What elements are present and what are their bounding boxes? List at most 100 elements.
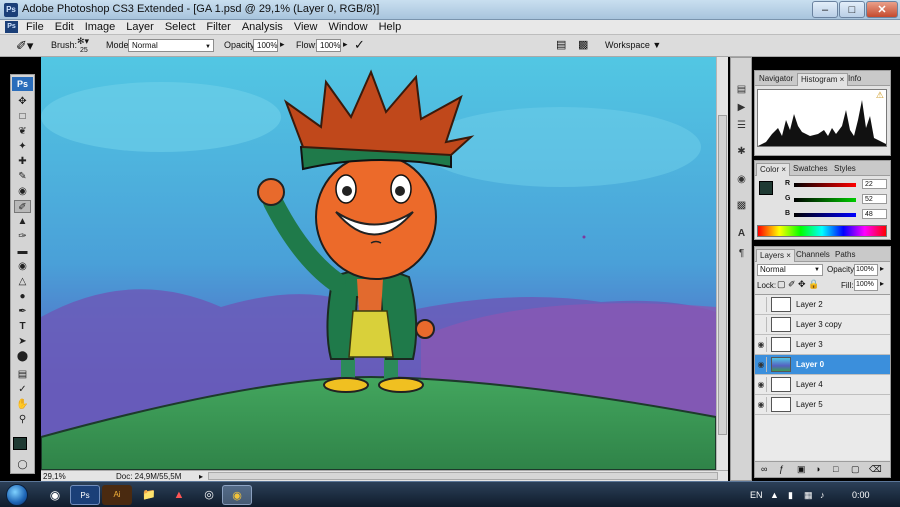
airbrush-icon[interactable]: ✓: [354, 37, 365, 53]
tray-app-icon[interactable]: ▮: [788, 490, 793, 501]
start-button[interactable]: [6, 484, 28, 506]
chrome-icon[interactable]: ◉: [222, 485, 252, 505]
eye-icon[interactable]: ◉: [756, 337, 767, 352]
red-value[interactable]: 22: [862, 179, 887, 189]
flow-input[interactable]: 100%: [316, 39, 341, 52]
document-canvas[interactable]: [41, 57, 716, 470]
pen-tool-icon[interactable]: ✒: [14, 305, 31, 318]
red-track[interactable]: [794, 183, 856, 187]
path-selection-tool-icon[interactable]: ➤: [14, 335, 31, 348]
tab-layers[interactable]: Layers ×: [756, 249, 795, 262]
trash-icon[interactable]: ⌫: [869, 464, 882, 475]
layer-opacity-input[interactable]: 100%: [854, 264, 878, 276]
tab-swatches[interactable]: Swatches: [790, 163, 831, 176]
vertical-scrollbar[interactable]: [716, 57, 728, 470]
visibility-toggle[interactable]: [756, 297, 767, 312]
blend-mode-select[interactable]: Normal ▼: [757, 264, 823, 276]
character-panel-icon[interactable]: A: [734, 226, 749, 241]
opacity-input[interactable]: 100%: [253, 39, 278, 52]
tab-info[interactable]: Info: [845, 73, 864, 86]
system-clock[interactable]: 0:00: [852, 490, 870, 500]
slice-tool-icon[interactable]: ✎: [14, 170, 31, 183]
menu-image[interactable]: Image: [85, 21, 116, 33]
eye-icon[interactable]: ◉: [756, 357, 767, 372]
maximize-button[interactable]: □: [839, 1, 865, 18]
healing-brush-tool-icon[interactable]: ◉: [14, 185, 31, 198]
app-menu-icon[interactable]: Ps: [5, 21, 18, 33]
adjustment-layer-icon[interactable]: ◑: [815, 464, 820, 474]
layer-row[interactable]: Layer 3 copy: [755, 315, 890, 335]
dodge-tool-icon[interactable]: ●: [14, 290, 31, 303]
magic-wand-tool-icon[interactable]: ✦: [14, 140, 31, 153]
notes-tool-icon[interactable]: ▤: [14, 368, 31, 381]
eraser-tool-icon[interactable]: ▬: [14, 245, 31, 258]
paragraph-panel-icon[interactable]: ¶: [734, 246, 749, 261]
tool-presets-icon[interactable]: ✱: [734, 144, 749, 159]
language-indicator[interactable]: EN: [750, 490, 763, 500]
layer-row[interactable]: ◉ Layer 3: [755, 335, 890, 355]
menu-window[interactable]: Window: [328, 21, 367, 33]
actions-panel-icon[interactable]: ▶: [734, 100, 749, 115]
tab-channels[interactable]: Channels: [793, 249, 833, 262]
eyedropper-tool-icon[interactable]: ✓: [14, 383, 31, 396]
link-layers-icon[interactable]: ∞: [761, 464, 767, 474]
tab-styles[interactable]: Styles: [831, 163, 859, 176]
brush-tool-icon[interactable]: ✐: [14, 200, 31, 213]
history-panel-icon[interactable]: ☰: [734, 118, 749, 133]
foreground-color-swatch[interactable]: [13, 437, 27, 450]
zoom-level[interactable]: 29,1%: [43, 472, 66, 481]
tab-histogram[interactable]: Histogram ×: [797, 73, 849, 86]
warning-icon[interactable]: ⚠: [876, 90, 884, 101]
photoshop-taskbar-icon[interactable]: Ps: [70, 485, 100, 505]
fill-arrow-icon[interactable]: ▸: [880, 279, 884, 288]
move-tool-icon[interactable]: ✥: [14, 95, 31, 108]
fill-input[interactable]: 100%: [854, 279, 878, 291]
menu-view[interactable]: View: [294, 21, 318, 33]
brushes-panel-icon[interactable]: ▤: [734, 82, 749, 97]
menu-filter[interactable]: Filter: [206, 21, 230, 33]
volume-icon[interactable]: ♪: [820, 490, 825, 500]
workspace-menu[interactable]: Workspace ▼: [605, 40, 661, 50]
layer-row[interactable]: ◉ Layer 5: [755, 395, 890, 415]
zoom-tool-icon[interactable]: ⚲: [14, 413, 31, 426]
brush-picker-icon[interactable]: ✻▾: [77, 36, 89, 47]
hand-tool-icon[interactable]: ✋: [14, 398, 31, 411]
visibility-toggle[interactable]: [756, 317, 767, 332]
lasso-tool-icon[interactable]: ❦: [14, 125, 31, 138]
layer-row[interactable]: Layer 2: [755, 295, 890, 315]
color-fg-swatch[interactable]: [759, 181, 773, 195]
network-app-icon[interactable]: ◎: [194, 485, 224, 505]
illustrator-taskbar-icon[interactable]: Ai: [102, 485, 132, 505]
eye-icon[interactable]: ◉: [756, 377, 767, 392]
type-tool-icon[interactable]: T: [14, 320, 31, 333]
flow-slider-arrow-icon[interactable]: ▸: [343, 39, 348, 50]
explorer-icon[interactable]: 📁: [134, 485, 164, 505]
opacity-slider-arrow-icon[interactable]: ▸: [280, 39, 285, 50]
blue-track[interactable]: [794, 213, 856, 217]
layer-row[interactable]: ◉ Layer 4: [755, 375, 890, 395]
paint-bucket-tool-icon[interactable]: ◉: [14, 260, 31, 273]
close-button[interactable]: ✕: [866, 1, 898, 18]
mask-icon[interactable]: ▣: [797, 464, 806, 475]
tray-chevron-icon[interactable]: ▲: [770, 490, 779, 500]
history-brush-tool-icon[interactable]: ✑: [14, 230, 31, 243]
new-group-icon[interactable]: □: [833, 464, 838, 474]
layer-comps-icon[interactable]: ▩: [734, 198, 749, 213]
clone-stamp-tool-icon[interactable]: ▲: [14, 215, 31, 228]
minimize-button[interactable]: –: [812, 1, 838, 18]
new-layer-icon[interactable]: ▢: [851, 464, 860, 475]
menu-edit[interactable]: Edit: [55, 21, 74, 33]
eye-icon[interactable]: ◉: [756, 397, 767, 412]
green-value[interactable]: 52: [862, 194, 887, 204]
document-icon[interactable]: ▩: [578, 38, 588, 51]
tab-color[interactable]: Color ×: [756, 163, 791, 176]
lock-pixels-icon[interactable]: ▢ ✐ ✥ 🔒: [777, 279, 819, 290]
media-player-icon[interactable]: ◉: [40, 485, 70, 505]
scroll-thumb[interactable]: [718, 115, 727, 435]
menu-file[interactable]: File: [26, 21, 44, 33]
acrobat-icon[interactable]: ▲: [164, 485, 194, 505]
color-spectrum-bar[interactable]: [757, 225, 887, 237]
menu-help[interactable]: Help: [379, 21, 402, 33]
clone-source-icon[interactable]: ◉: [734, 172, 749, 187]
tab-navigator[interactable]: Navigator: [756, 73, 796, 86]
